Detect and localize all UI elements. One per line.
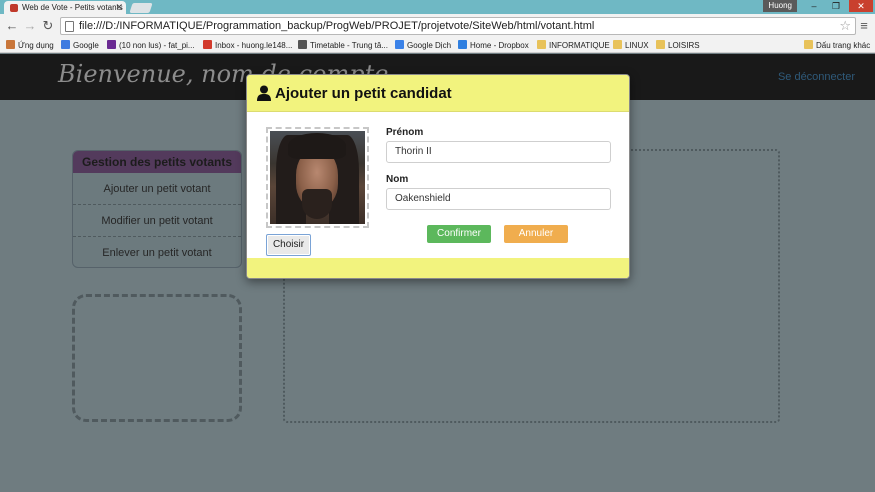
browser-toolbar: ← → ↻ file:///D:/INFORMATIQUE/Programmat… [0,14,875,38]
bookmark-label: Dấu trang khác [816,41,871,50]
bookmark-google[interactable]: Google [61,39,99,52]
page-icon [298,40,307,49]
bookmark-label: Ứng dụng [18,41,54,50]
bookmark-google-translate[interactable]: Google Dịch [395,39,451,52]
browser-tab[interactable]: Web de Vote - Petits votants ✕ [4,1,126,14]
profile-badge[interactable]: Huong [763,0,797,12]
close-tab-icon[interactable]: ✕ [115,1,123,14]
bookmark-gmail[interactable]: Inbox - huong.le148... [203,39,292,52]
browser-tab-bar: Web de Vote - Petits votants ✕ Huong – ❐… [0,0,875,14]
bookmark-yahoo-mail[interactable]: (10 non lus) - fat_pi... [107,39,195,52]
dropbox-icon [458,40,467,49]
photo-beard [302,189,332,219]
logout-link[interactable]: Se déconnecter [778,71,855,83]
url-text: file:///D:/INFORMATIQUE/Programmation_ba… [79,20,595,32]
new-tab-button[interactable] [129,3,153,13]
bookmark-label: INFORMATIQUE [549,41,610,50]
apps-icon [6,40,15,49]
user-icon [257,85,271,101]
bookmark-folder-linux[interactable]: LINUX [613,39,649,52]
candidate-photo [270,131,365,224]
folder-icon [804,40,813,49]
dialog-title: Ajouter un petit candidat [275,85,452,102]
tab-title: Web de Vote - Petits votants [22,3,123,12]
dialog-footer [247,258,629,278]
page-favicon-icon [10,4,18,12]
photo-placeholder-panel [72,294,242,422]
bookmark-star-icon[interactable]: ☆ [839,18,851,34]
bookmark-label: Timetable - Trung tâ... [310,41,388,50]
yahoo-mail-icon [107,40,116,49]
menu-item-edit-voter[interactable]: Modifier un petit votant [73,205,241,237]
close-window-icon[interactable]: ✕ [849,0,873,12]
bookmark-label: Google [73,41,99,50]
bookmarks-bar: Ứng dụng Google (10 non lus) - fat_pi...… [0,38,875,53]
photo-hair-top [288,133,346,159]
menu-item-remove-voter[interactable]: Enlever un petit votant [73,237,241,267]
maximize-icon[interactable]: ❐ [825,0,847,12]
bookmark-other[interactable]: Dấu trang khác [804,39,870,52]
bookmark-timetable[interactable]: Timetable - Trung tâ... [298,39,388,52]
minimize-icon[interactable]: – [803,0,825,12]
dialog-header: Ajouter un petit candidat [247,75,629,112]
last-name-field[interactable]: Oakenshield [386,188,611,210]
last-name-label: Nom [386,174,409,185]
folder-icon [613,40,622,49]
bookmark-apps[interactable]: Ứng dụng [6,39,54,52]
menu-title: Gestion des petits votants [73,151,241,173]
bookmark-folder-loisirs[interactable]: LOISIRS [656,39,700,52]
bookmark-label: LINUX [625,41,649,50]
folder-icon [656,40,665,49]
folder-icon [537,40,546,49]
voter-management-menu: Gestion des petits votants Ajouter un pe… [72,150,242,268]
bookmark-folder-informatique[interactable]: INFORMATIQUE [537,39,610,52]
reload-icon[interactable]: ↻ [40,18,56,34]
back-arrow-icon[interactable]: ← [4,18,20,34]
bookmark-label: (10 non lus) - fat_pi... [119,41,195,50]
choose-photo-button[interactable]: Choisir [266,234,311,256]
add-candidate-dialog: Ajouter un petit candidat Choisir Prénom… [246,74,630,279]
cancel-button[interactable]: Annuler [504,225,568,243]
file-page-icon [65,21,74,32]
google-icon [61,40,70,49]
bookmark-label: Inbox - huong.le148... [215,41,293,50]
address-bar[interactable]: file:///D:/INFORMATIQUE/Programmation_ba… [60,17,856,35]
forward-arrow-icon[interactable]: → [22,18,38,34]
confirm-button[interactable]: Confirmer [427,225,491,243]
bookmark-label: LOISIRS [668,41,700,50]
menu-icon[interactable]: ≡ [857,19,871,33]
bookmark-label: Google Dịch [407,41,452,50]
first-name-label: Prénom [386,127,424,138]
google-translate-icon [395,40,404,49]
bookmark-label: Home - Dropbox [470,41,529,50]
bookmark-dropbox[interactable]: Home - Dropbox [458,39,529,52]
candidate-photo-frame [266,127,369,228]
gmail-icon [203,40,212,49]
first-name-field[interactable]: Thorin II [386,141,611,163]
menu-item-add-voter[interactable]: Ajouter un petit votant [73,173,241,205]
